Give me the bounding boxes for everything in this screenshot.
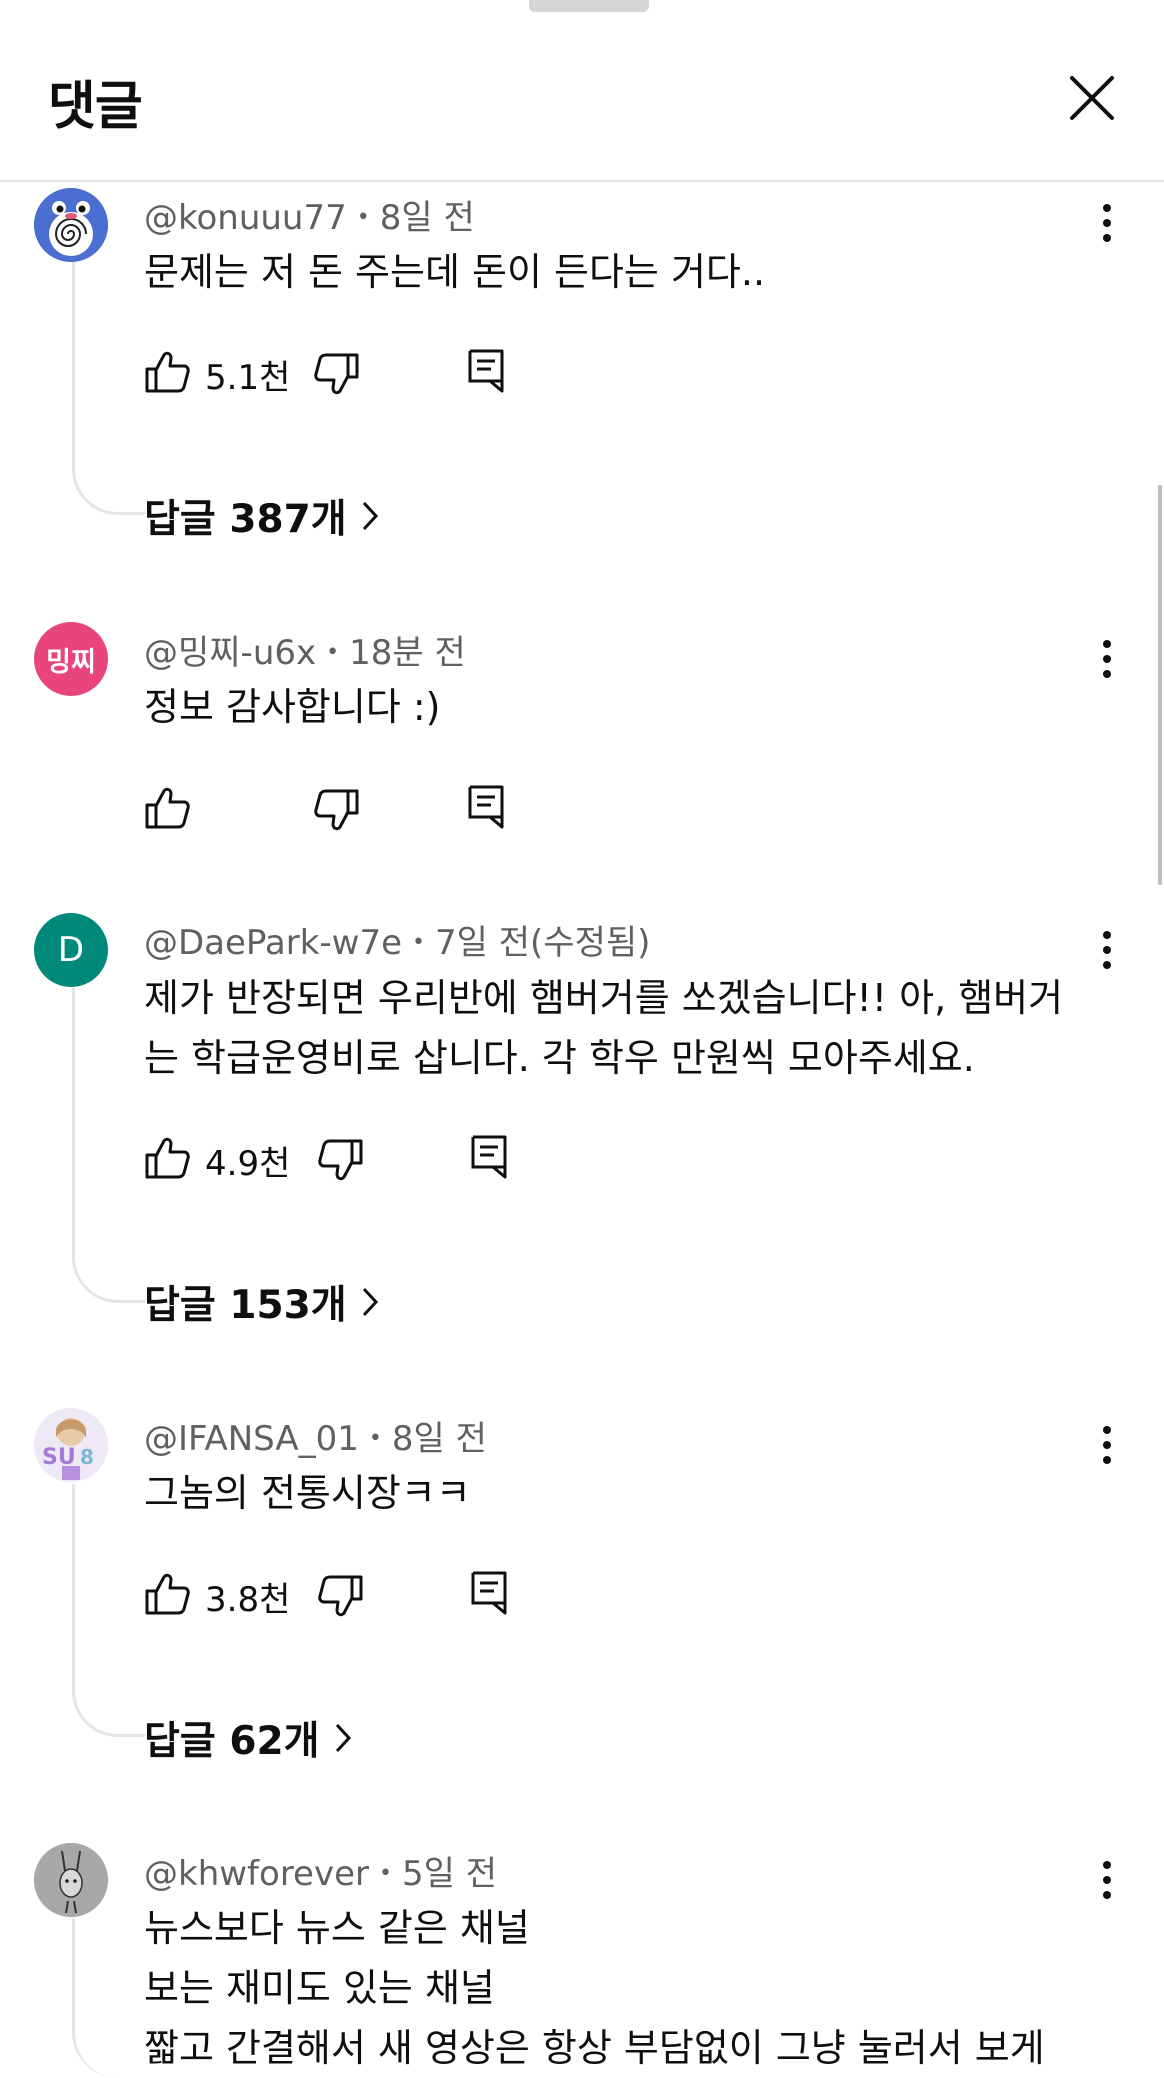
comment-author[interactable]: @konuuu77	[144, 198, 347, 238]
replies-link[interactable]: 답글 153개	[144, 1274, 379, 1330]
replies-count: 답글 387개	[144, 497, 347, 542]
comment-meta: @밍찌-u6x • 18분 전	[144, 633, 466, 673]
thread-line	[72, 1918, 145, 2078]
comment-text: 제가 반장되면 우리반에 햄버거를 쏘겠습니다!! 아, 햄버거 는 학급운영비…	[144, 968, 1104, 1088]
reply-icon[interactable]	[467, 348, 505, 394]
comment-meta: @konuuu77 • 8일 전	[144, 198, 475, 238]
reply-icon[interactable]	[470, 1134, 508, 1180]
more-options-icon[interactable]	[1090, 1857, 1124, 1903]
comment-time: 18분 전	[349, 633, 466, 673]
avatar[interactable]: D	[34, 913, 108, 987]
comment-author[interactable]: @DaePark-w7e	[144, 923, 402, 963]
comment-author[interactable]: @IFANSA_01	[144, 1419, 359, 1459]
comment-author[interactable]: @밍찌-u6x	[144, 633, 316, 673]
comment-text-line: 뉴스보다 뉴스 같은 채널	[144, 1906, 530, 1950]
chevron-right-icon	[362, 501, 378, 531]
reply-icon[interactable]	[467, 784, 505, 830]
comment-meta: @IFANSA_01 • 8일 전	[144, 1419, 487, 1459]
like-icon[interactable]	[144, 786, 190, 830]
comments-header: 댓글	[0, 0, 1164, 182]
thread-line	[72, 1484, 145, 1737]
like-icon[interactable]	[144, 350, 190, 394]
like-count: 5.1천	[205, 358, 291, 398]
chevron-right-icon	[335, 1723, 351, 1753]
more-options-icon[interactable]	[1090, 200, 1124, 246]
comment-meta: @khwforever • 5일 전	[144, 1854, 497, 1894]
thread-line	[72, 262, 145, 515]
replies-count: 답글 153개	[144, 1283, 347, 1328]
avatar-image: SU 8	[34, 1408, 108, 1482]
svg-text:8: 8	[80, 1445, 94, 1469]
comment-text-line: 짧고 간결해서 새 영상은 항상 부담없이 그냥 눌러서 보게	[144, 2026, 1045, 2070]
replies-link[interactable]: 답글 387개	[144, 488, 379, 544]
replies-link[interactable]: 답글 62개	[144, 1710, 352, 1766]
more-options-icon[interactable]	[1090, 927, 1124, 973]
avatar[interactable]	[34, 188, 108, 262]
comment-text: 뉴스보다 뉴스 같은 채널 보는 재미도 있는 채널 짧고 간결해서 새 영상은…	[144, 1898, 1104, 2078]
scrollbar[interactable]	[1158, 485, 1162, 885]
comment-time: 8일 전	[379, 198, 475, 238]
comment-meta: @DaePark-w7e • 7일 전(수정됨)	[144, 923, 651, 963]
avatar-image	[34, 188, 108, 262]
comment-author[interactable]: @khwforever	[144, 1854, 369, 1894]
like-icon[interactable]	[144, 1136, 190, 1180]
close-icon[interactable]	[1066, 72, 1118, 124]
comment-text: 정보 감사합니다 :)	[144, 677, 1104, 737]
dislike-icon[interactable]	[314, 352, 360, 396]
reply-icon[interactable]	[470, 1570, 508, 1616]
avatar[interactable]: 밍찌	[34, 622, 108, 696]
dislike-icon[interactable]	[314, 788, 360, 832]
dislike-icon[interactable]	[318, 1138, 364, 1182]
chevron-right-icon	[362, 1287, 378, 1317]
thread-line	[72, 988, 145, 1303]
comment-text-line: 보는 재미도 있는 채널	[144, 1966, 495, 2010]
avatar-initials: D	[57, 930, 85, 970]
comment-text: 문제는 저 돈 주는데 돈이 든다는 거다..	[144, 242, 1104, 302]
comment-time: 7일 전(수정됨)	[435, 923, 651, 963]
like-count: 4.9천	[205, 1144, 291, 1184]
like-icon[interactable]	[144, 1572, 190, 1616]
comment-text-line: 문제는 저 돈 주는데 돈이 든다는 거다..	[144, 250, 766, 294]
like-count: 3.8천	[205, 1580, 291, 1620]
avatar-image	[34, 1843, 108, 1917]
avatar[interactable]	[34, 1843, 108, 1917]
replies-count: 답글 62개	[144, 1719, 320, 1764]
more-options-icon[interactable]	[1090, 636, 1124, 682]
dislike-icon[interactable]	[318, 1574, 364, 1618]
avatar-initials: 밍찌	[46, 646, 96, 678]
comment-text-line: 제가 반장되면 우리반에 햄버거를 쏘겠습니다!! 아, 햄버거	[144, 976, 1064, 1020]
comment-text-line: 그놈의 전통시장ㅋㅋ	[144, 1471, 471, 1515]
page-title: 댓글	[48, 77, 143, 137]
avatar[interactable]: SU 8	[34, 1408, 108, 1482]
comment-text: 그놈의 전통시장ㅋㅋ	[144, 1463, 1104, 1523]
more-options-icon[interactable]	[1090, 1422, 1124, 1468]
comment-time: 8일 전	[391, 1419, 487, 1459]
comment-text-line: 는 학급운영비로 삽니다. 각 학우 만원씩 모아주세요.	[144, 1036, 975, 1080]
comment-text-line: 정보 감사합니다 :)	[144, 685, 441, 729]
comment-time: 5일 전	[401, 1854, 497, 1894]
